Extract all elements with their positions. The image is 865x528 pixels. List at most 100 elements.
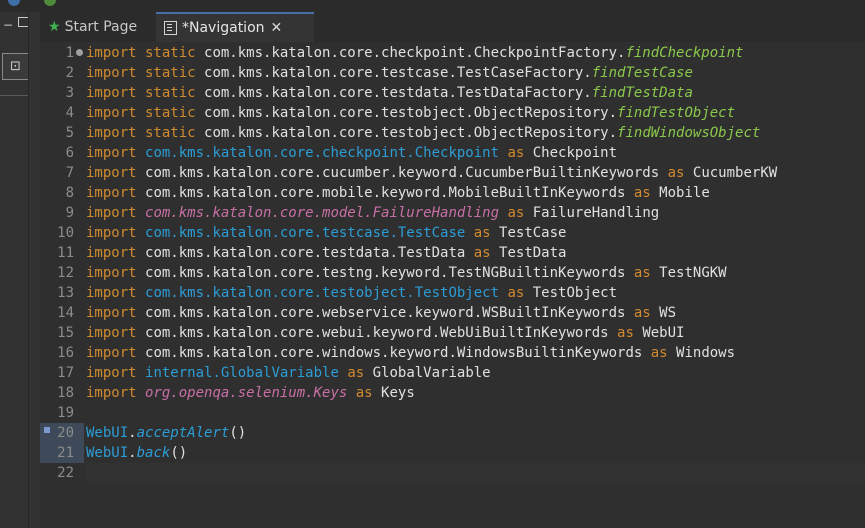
minimize-icon[interactable]: − — [3, 18, 13, 32]
line-number-text: 1 — [65, 45, 74, 61]
code-token: import — [86, 345, 146, 361]
code-line[interactable] — [86, 463, 865, 483]
code-token: Windows — [676, 345, 736, 361]
line-number: 5 — [40, 123, 84, 143]
code-line[interactable]: import static com.kms.katalon.core.testc… — [86, 63, 693, 83]
code-line[interactable]: import static com.kms.katalon.core.testd… — [86, 83, 693, 103]
close-icon[interactable]: ✕ — [271, 20, 283, 36]
code-token: as — [499, 145, 533, 161]
app-icon — [8, 0, 20, 6]
code-token: as — [499, 285, 533, 301]
code-token: as — [465, 245, 500, 261]
line-number: 14 — [40, 303, 84, 323]
line-number-text: 8 — [65, 185, 74, 201]
code-token: GlobalVariable — [372, 365, 491, 381]
code-token: com.kms.katalon.core.model.FailureHandli… — [145, 205, 500, 221]
code-line[interactable]: import com.kms.katalon.core.testobject.T… — [86, 283, 617, 303]
editor-tab-bar: ★ Start Page *Navigation ✕ — [40, 12, 865, 42]
code-line[interactable]: import com.kms.katalon.core.testcase.Tes… — [86, 223, 566, 243]
line-number: 20 — [40, 423, 84, 443]
fold-marker-icon[interactable] — [76, 49, 83, 56]
code-token: WS — [659, 305, 677, 321]
line-number: 2 — [40, 63, 84, 83]
code-token: import — [86, 165, 146, 181]
line-number: 16 — [40, 343, 84, 363]
annotation-marker-icon[interactable] — [44, 427, 50, 433]
code-token: findTestObject — [617, 105, 736, 121]
code-token: as — [659, 165, 693, 181]
code-token: import — [86, 285, 146, 301]
line-number-text: 18 — [57, 385, 74, 401]
line-number-text: 22 — [57, 465, 74, 481]
tab-start-page[interactable]: ★ Start Page — [46, 12, 156, 42]
line-number-text: 20 — [57, 425, 74, 441]
code-line[interactable]: import internal.GlobalVariable as Global… — [86, 363, 491, 383]
code-token: Checkpoint — [532, 145, 618, 161]
line-number: 10 — [40, 223, 84, 243]
code-token: () — [170, 445, 188, 461]
code-line[interactable]: import com.kms.katalon.core.model.Failur… — [86, 203, 659, 223]
restore-panel-button[interactable]: ⊡ — [2, 53, 29, 80]
code-line[interactable]: WebUI.back() — [86, 443, 187, 463]
code-token: Mobile — [659, 185, 710, 201]
panel-divider — [0, 95, 28, 96]
code-token: com.kms.katalon.core.checkpoint.Checkpoi… — [145, 145, 500, 161]
code-line[interactable]: import static com.kms.katalon.core.check… — [86, 43, 743, 63]
panel-border — [28, 12, 29, 528]
code-line[interactable]: import com.kms.katalon.core.windows.keyw… — [86, 343, 735, 363]
code-token: TestCase — [499, 225, 567, 241]
line-number-text: 10 — [57, 225, 74, 241]
tab-navigation[interactable]: *Navigation ✕ — [156, 12, 314, 42]
code-token: TestData — [499, 245, 567, 261]
code-line[interactable]: import org.openqa.selenium.Keys as Keys — [86, 383, 415, 403]
line-number-text: 3 — [65, 85, 74, 101]
line-number: 9 — [40, 203, 84, 223]
code-token: as — [338, 365, 373, 381]
line-number-gutter: 1 2 3 4 5 6 7 8 9 10 11 12 13 14 15 16 17 18 19 20 21 22 — [40, 42, 84, 528]
run-icon[interactable] — [44, 0, 56, 6]
code-line[interactable]: import static com.kms.katalon.core.testo… — [86, 103, 735, 123]
code-token: com.kms.katalon.core.testcase.TestCase — [145, 225, 466, 241]
code-line[interactable]: import com.kms.katalon.core.mobile.keywo… — [86, 183, 710, 203]
line-number: 21 — [40, 443, 84, 463]
code-token: com.kms.katalon.core.testobject.ObjectRe… — [204, 105, 618, 121]
code-token: WebUI — [642, 325, 685, 341]
code-token: . — [128, 445, 137, 461]
line-number-text: 6 — [65, 145, 74, 161]
code-token: com.kms.katalon.core.testcase.TestCaseFa… — [204, 65, 592, 81]
code-line[interactable]: import com.kms.katalon.core.webservice.k… — [86, 303, 676, 323]
window-top-strip — [0, 0, 865, 12]
code-token: com.kms.katalon.core.testdata.TestDataFa… — [204, 85, 592, 101]
code-token: import — [86, 385, 146, 401]
code-token: import — [86, 205, 146, 221]
code-token: import — [86, 305, 146, 321]
code-token: com.kms.katalon.core.mobile.keyword.Mobi… — [145, 185, 626, 201]
line-number: 11 — [40, 243, 84, 263]
code-token: import static — [86, 65, 205, 81]
line-number: 6 — [40, 143, 84, 163]
line-number-text: 21 — [57, 445, 74, 461]
code-editor[interactable]: 1 2 3 4 5 6 7 8 9 10 11 12 13 14 15 16 17 18 19 20 21 22 impo… — [40, 42, 865, 528]
code-token: as — [347, 385, 382, 401]
code-token: Keys — [381, 385, 415, 401]
code-token: TestObject — [532, 285, 618, 301]
code-token: import — [86, 325, 146, 341]
code-token: () — [229, 425, 247, 441]
code-token: com.kms.katalon.core.testdata.TestData — [145, 245, 466, 261]
code-token: com.kms.katalon.core.testobject.TestObje… — [145, 285, 500, 301]
code-token: internal.GlobalVariable — [145, 365, 339, 381]
code-token: import — [86, 185, 146, 201]
code-token: acceptAlert — [136, 425, 230, 441]
code-line[interactable]: import static com.kms.katalon.core.testo… — [86, 123, 760, 143]
code-line[interactable]: import com.kms.katalon.core.checkpoint.C… — [86, 143, 617, 163]
line-number-text: 14 — [57, 305, 74, 321]
code-token: import — [86, 265, 146, 281]
code-line[interactable]: import com.kms.katalon.core.testng.keywo… — [86, 263, 727, 283]
code-line[interactable]: import com.kms.katalon.core.testdata.Tes… — [86, 243, 566, 263]
code-line[interactable]: WebUI.acceptAlert() — [86, 423, 246, 443]
code-line[interactable]: import com.kms.katalon.core.cucumber.key… — [86, 163, 777, 183]
code-token: com.kms.katalon.core.testng.keyword.Test… — [145, 265, 626, 281]
code-line[interactable]: import com.kms.katalon.core.webui.keywor… — [86, 323, 684, 343]
code-token: import — [86, 365, 146, 381]
code-token: WebUI — [86, 445, 129, 461]
